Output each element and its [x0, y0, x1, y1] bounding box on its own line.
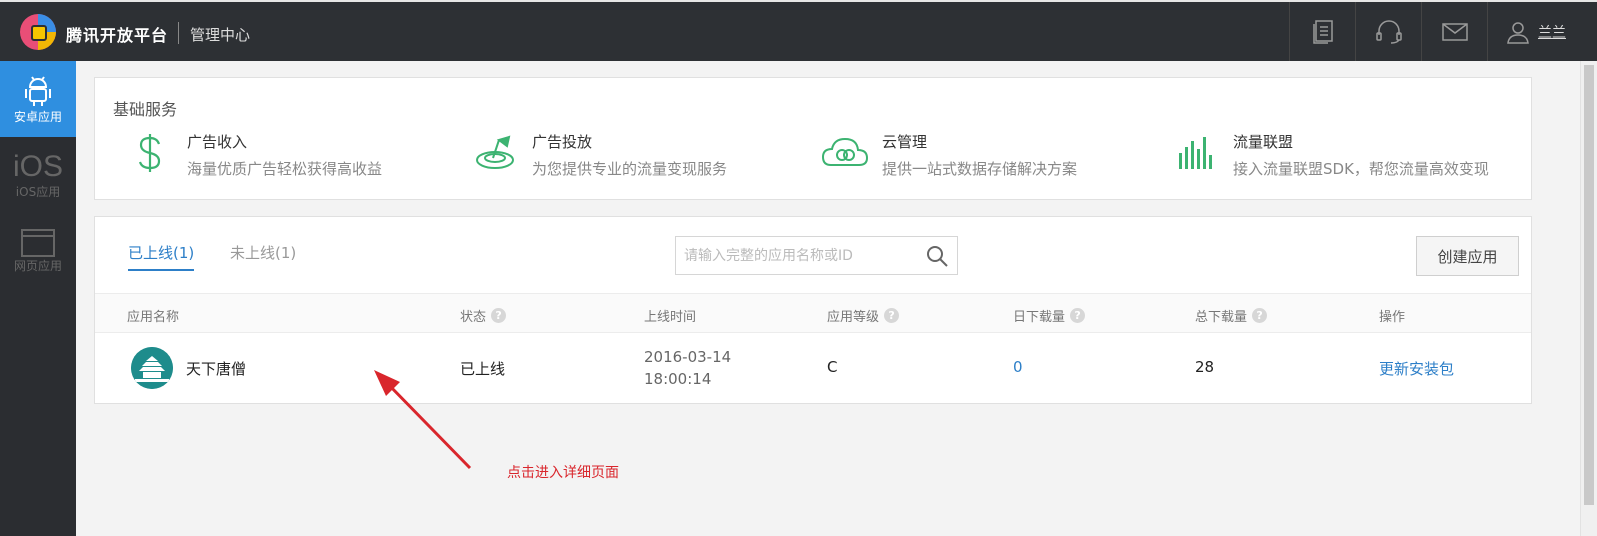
sidebar: 安卓应用 iOS iOS应用 网页应用 [0, 61, 76, 536]
documents-button[interactable] [1289, 2, 1355, 61]
bar-chart-icon [1179, 137, 1212, 169]
headset-icon [1375, 19, 1402, 44]
service-desc: 海量优质广告轻松获得高收益 [187, 160, 383, 178]
online-time: 18:00:14 [644, 370, 712, 388]
service-traffic-alliance[interactable]: 流量联盟 接入流量联盟SDK，帮您流量高效变现 [1171, 128, 1489, 179]
basic-services-panel: 基础服务 广告收入 海量优质广告轻松获得高收益 广告投放 为您提供专业的流量变现… [94, 77, 1532, 200]
sidebar-item-android-apps[interactable]: 安卓应用 [0, 61, 76, 137]
annotation-arrow-icon [374, 370, 472, 470]
service-desc: 提供一站式数据存储解决方案 [882, 160, 1078, 178]
total-downloads: 28 [1195, 358, 1215, 376]
app-logo-icon[interactable] [131, 347, 173, 389]
browser-window-icon [21, 228, 55, 257]
cloud-icon [821, 137, 869, 166]
service-name: 云管理 [882, 133, 928, 151]
service-cloud-management[interactable]: 云管理 提供一站式数据存储解决方案 [820, 128, 1077, 179]
service-name: 流量联盟 [1233, 133, 1294, 151]
user-menu[interactable]: 兰兰 [1487, 2, 1597, 61]
vertical-scrollbar[interactable] [1580, 61, 1597, 536]
service-ad-placement[interactable]: 广告投放 为您提供专业的流量变现服务 [470, 128, 727, 179]
column-app-name: 应用名称 [127, 310, 180, 325]
create-app-button[interactable]: 创建应用 [1416, 236, 1519, 276]
sidebar-item-label: 网页应用 [13, 258, 62, 273]
column-level: 应用等级? [827, 306, 900, 325]
daily-downloads-link[interactable]: 0 [1013, 358, 1023, 376]
column-actions: 操作 [1379, 310, 1406, 325]
help-icon[interactable]: ? [1070, 308, 1086, 323]
online-date: 2016-03-14 [644, 348, 732, 366]
app-name-link[interactable]: 天下唐僧 [186, 358, 246, 379]
user-name[interactable]: 兰兰 [1538, 22, 1566, 42]
basic-services-title: 基础服务 [113, 100, 178, 119]
mail-icon [1441, 22, 1468, 41]
brand-divider [178, 22, 179, 44]
app-search-input[interactable] [684, 237, 919, 274]
tab-offline[interactable]: 未上线(1) [230, 242, 296, 263]
android-icon [25, 75, 51, 106]
brand-name[interactable]: 腾讯开放平台 [66, 22, 168, 46]
top-bar: 腾讯开放平台 管理中心 兰兰 [0, 0, 1597, 61]
table-row[interactable]: 天下唐僧 已上线 2016-03-14 18:00:14 C 0 28 更新安装… [95, 334, 1531, 403]
help-icon[interactable]: ? [1252, 308, 1268, 323]
column-online-time: 上线时间 [644, 310, 697, 325]
tab-online[interactable]: 已上线(1) [128, 242, 195, 271]
scrollbar-thumb[interactable] [1584, 65, 1594, 505]
table-header: 应用名称 状态? 上线时间 应用等级? 日下载量? 总下载量? 操作 [95, 293, 1531, 333]
tencent-logo-icon[interactable] [18, 12, 58, 52]
update-package-link[interactable]: 更新安装包 [1379, 358, 1454, 379]
sidebar-item-label: 安卓应用 [13, 109, 62, 124]
app-level: C [827, 358, 838, 376]
search-icon[interactable] [925, 244, 949, 268]
help-icon[interactable]: ? [884, 308, 900, 323]
sidebar-item-web-apps[interactable]: 网页应用 [0, 213, 76, 289]
column-total-downloads: 总下载量? [1195, 306, 1268, 325]
support-button[interactable] [1355, 2, 1421, 61]
service-desc: 接入流量联盟SDK，帮您流量高效变现 [1233, 160, 1489, 178]
sidebar-item-label: iOS应用 [15, 184, 61, 199]
management-center-title[interactable]: 管理中心 [190, 24, 250, 45]
user-icon [1507, 21, 1529, 44]
document-icon [1312, 19, 1333, 44]
messages-button[interactable] [1421, 2, 1487, 61]
apps-panel: 已上线(1) 未上线(1) 创建应用 应用名称 状态? 上线时间 应用等级? 日… [94, 216, 1532, 404]
sidebar-item-ios-apps[interactable]: iOS iOS应用 [0, 137, 76, 213]
dollar-icon [138, 134, 161, 172]
target-icon [476, 135, 514, 169]
help-icon[interactable]: ? [491, 308, 507, 323]
column-status: 状态? [460, 306, 507, 325]
service-ad-revenue[interactable]: 广告收入 海量优质广告轻松获得高收益 [125, 128, 382, 179]
app-search-box [675, 236, 958, 275]
service-name: 广告投放 [532, 133, 593, 151]
top-actions: 兰兰 [1289, 2, 1597, 61]
app-online-time: 2016-03-14 18:00:14 [644, 346, 731, 390]
ios-icon: iOS [12, 149, 63, 183]
service-desc: 为您提供专业的流量变现服务 [532, 160, 728, 178]
annotation-note: 点击进入详细页面 [507, 465, 619, 481]
column-daily-downloads: 日下载量? [1013, 306, 1086, 325]
service-name: 广告收入 [187, 133, 248, 151]
